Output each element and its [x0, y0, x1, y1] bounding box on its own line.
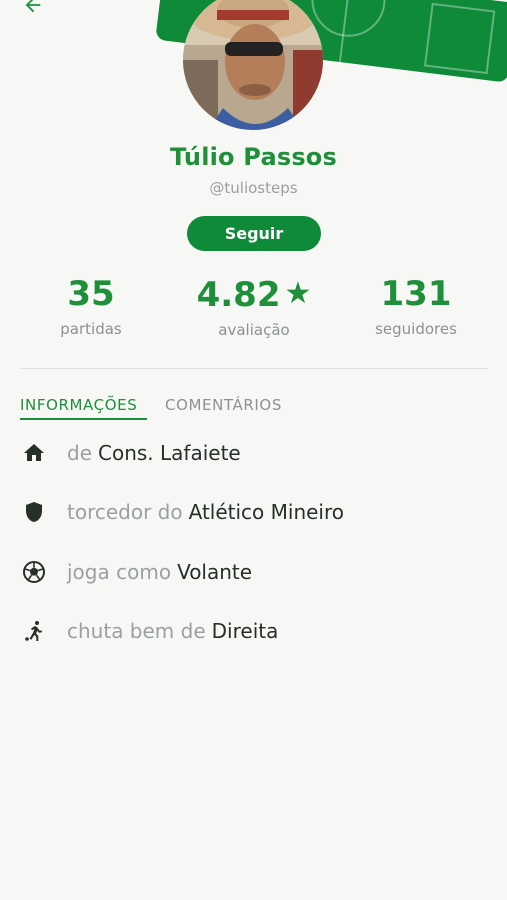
- stat-rating: 4.82 ★ avaliação: [174, 272, 334, 339]
- info-row-team: torcedor do Atlético Mineiro: [20, 497, 344, 527]
- info-prefix: joga como: [67, 560, 172, 584]
- home-icon: [20, 439, 48, 467]
- shield-icon: [20, 498, 48, 526]
- info-prefix: de: [67, 441, 92, 465]
- soccer-ball-icon: [20, 558, 48, 586]
- arrow-left-icon: [25, 0, 41, 13]
- stat-matches: 35 partidas: [11, 272, 171, 338]
- info-row-position: joga como Volante: [20, 557, 252, 587]
- profile-name: Túlio Passos: [169, 143, 337, 171]
- info-row-kicking-foot: chuta bem de Direita: [20, 616, 278, 646]
- tab-comentarios[interactable]: COMENTÁRIOS: [165, 396, 282, 414]
- profile-handle: @tuliosteps: [209, 179, 298, 197]
- stat-rating-value: 4.82: [196, 275, 281, 315]
- info-value: Volante: [177, 560, 253, 584]
- info-value: Cons. Lafaiete: [98, 441, 241, 465]
- info-value: Direita: [211, 619, 279, 643]
- stat-matches-label: partidas: [60, 320, 122, 338]
- tab-informacoes[interactable]: INFORMAÇÕES: [20, 396, 137, 414]
- stat-followers-value: 131: [380, 274, 452, 314]
- star-icon: ★: [284, 276, 312, 311]
- stat-rating-label: avaliação: [218, 321, 290, 339]
- info-row-hometown: de Cons. Lafaiete: [20, 438, 241, 468]
- info-prefix: chuta bem de: [67, 619, 206, 643]
- stat-matches-value: 35: [67, 274, 115, 314]
- active-tab-indicator: [20, 418, 147, 420]
- kicking-player-icon: [20, 617, 48, 645]
- info-prefix: torcedor do: [67, 500, 183, 524]
- stat-followers-label: seguidores: [375, 320, 457, 338]
- info-value: Atlético Mineiro: [188, 500, 344, 524]
- back-button[interactable]: [20, 0, 46, 16]
- avatar: [183, 0, 323, 130]
- follow-button[interactable]: Seguir: [187, 216, 321, 251]
- stat-followers[interactable]: 131 seguidores: [336, 272, 496, 338]
- divider: [20, 368, 488, 369]
